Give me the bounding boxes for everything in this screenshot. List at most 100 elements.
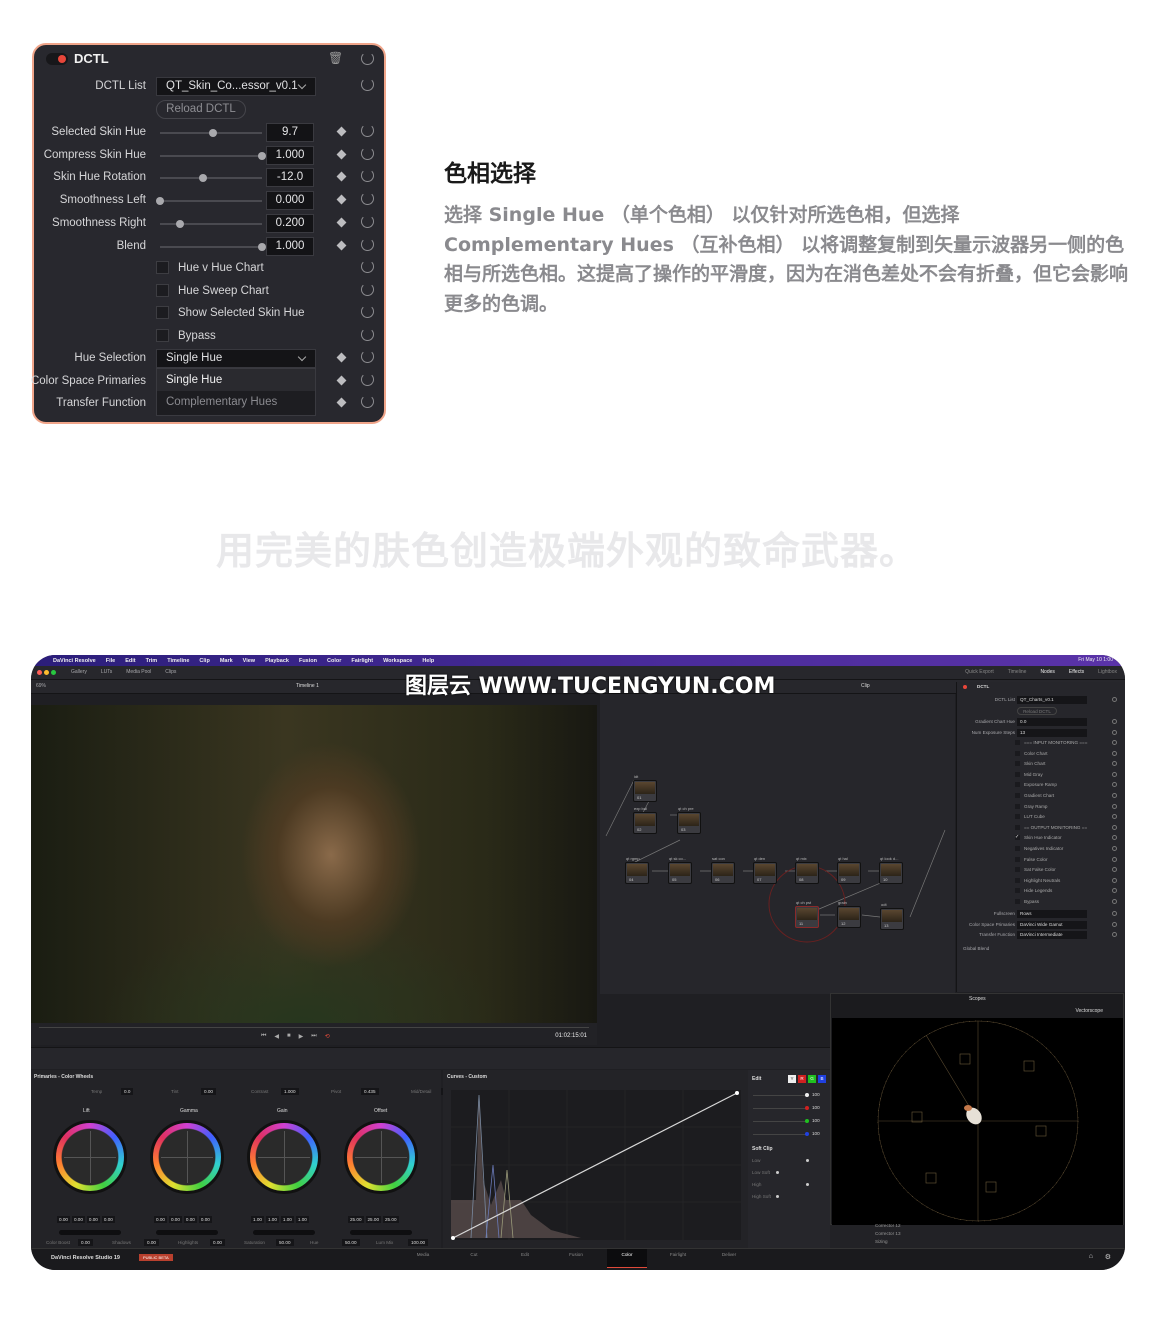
clip-label[interactable]: Clip	[861, 683, 870, 689]
skip-start-icon[interactable]: ⏮	[261, 1033, 266, 1040]
wheel-value[interactable]: 0.00	[183, 1216, 197, 1223]
checkbox[interactable]	[1015, 899, 1020, 904]
node-list-item[interactable]: Sizing	[875, 1239, 888, 1244]
node[interactable]: qt den 07	[753, 856, 777, 884]
wheel-value[interactable]: 25.00	[383, 1216, 399, 1223]
zoom-level[interactable]: 69%	[36, 683, 46, 689]
page-tab-fairlight[interactable]: Fairlight	[658, 1252, 698, 1257]
reset-icon[interactable]	[1112, 877, 1117, 883]
curve-graph[interactable]	[451, 1090, 741, 1242]
checkbox[interactable]	[1015, 740, 1020, 745]
reset-all-icon[interactable]	[361, 52, 374, 65]
checkbox[interactable]	[1015, 771, 1020, 777]
reset-icon[interactable]	[1112, 856, 1117, 862]
channel-slider[interactable]	[753, 1121, 808, 1122]
wheel-value[interactable]: 1.00	[280, 1216, 294, 1223]
reset-icon[interactable]	[1112, 888, 1117, 894]
hue-selection-dropdown[interactable]: Single Hue	[156, 349, 316, 368]
checkbox[interactable]	[156, 261, 169, 274]
reset-icon[interactable]	[1112, 921, 1117, 927]
play-icon[interactable]: ▶	[299, 1033, 304, 1040]
param-value[interactable]: 50.00	[276, 1239, 294, 1246]
setting-value[interactable]: 13	[1017, 728, 1087, 737]
color-wheel-lift[interactable]	[53, 1120, 127, 1194]
menu-item[interactable]: Clip	[199, 658, 209, 664]
wheel-value[interactable]: 1.00	[295, 1216, 309, 1223]
channel-button[interactable]: R	[798, 1075, 806, 1083]
slider-handle[interactable]	[805, 1132, 809, 1136]
timeline-name[interactable]: Timeline 1	[296, 683, 319, 689]
wheel-value[interactable]: 25.00	[365, 1216, 381, 1223]
menu-item[interactable]: DaVinci Resolve	[53, 658, 96, 664]
param-value[interactable]: 0.0	[121, 1088, 134, 1095]
channel-value[interactable]: 100	[812, 1105, 820, 1110]
reset-icon[interactable]	[1112, 814, 1117, 820]
checkbox[interactable]	[1015, 888, 1020, 894]
slider-handle[interactable]	[806, 1183, 809, 1186]
value-field[interactable]: -12.0	[266, 168, 314, 188]
reset-icon[interactable]	[361, 237, 374, 251]
toolbar-button[interactable]: Nodes	[1040, 669, 1054, 675]
node[interactable]: sat con 06	[711, 856, 735, 884]
reset-icon[interactable]	[1112, 782, 1117, 788]
slider-handle[interactable]	[805, 1119, 809, 1123]
param-value[interactable]: 50.00	[342, 1239, 360, 1246]
video-viewer[interactable]	[31, 705, 597, 1023]
keyframe-icon[interactable]	[336, 375, 347, 386]
keyframe-icon[interactable]	[336, 352, 347, 363]
checkbox[interactable]	[156, 283, 169, 297]
param-value[interactable]: 0.435	[361, 1088, 379, 1095]
reset-icon[interactable]	[1112, 771, 1117, 777]
channel-slider[interactable]	[753, 1134, 808, 1135]
node[interactable]: qt look d... 10	[879, 856, 903, 884]
node[interactable]: qt sk co... 05	[668, 856, 692, 884]
reset-icon[interactable]	[361, 78, 374, 91]
checkbox[interactable]	[156, 329, 169, 343]
close-window-button[interactable]	[37, 670, 42, 675]
toolbar-button[interactable]: Quick Export	[965, 669, 994, 675]
channel-value[interactable]: 100	[812, 1118, 820, 1123]
toolbar-button[interactable]: Media Pool	[126, 669, 151, 675]
value-field[interactable]: 0.200	[266, 213, 314, 233]
slider-handle[interactable]	[776, 1171, 779, 1174]
node[interactable]: qt hal 09	[837, 856, 861, 884]
channel-value[interactable]: 100	[812, 1092, 820, 1097]
reset-icon[interactable]	[1112, 867, 1117, 873]
home-icon[interactable]: ⌂	[1089, 1253, 1093, 1260]
page-tab-color[interactable]: Color	[607, 1249, 647, 1268]
slider-handle[interactable]	[156, 197, 164, 206]
checkbox[interactable]	[156, 306, 169, 320]
param-value[interactable]: 100.00	[408, 1239, 429, 1246]
menu-item[interactable]: View	[243, 658, 255, 664]
page-tab-fusion[interactable]: Fusion	[556, 1252, 596, 1257]
param-value[interactable]: 0.00	[144, 1239, 159, 1246]
reset-icon[interactable]	[1112, 729, 1117, 735]
checkbox[interactable]	[1015, 867, 1020, 873]
toolbar-button[interactable]: Effects	[1069, 669, 1084, 675]
reset-icon[interactable]	[361, 282, 374, 296]
reset-icon[interactable]	[361, 146, 374, 160]
checkbox[interactable]	[1015, 814, 1020, 820]
reset-icon[interactable]	[361, 305, 374, 319]
node-editor[interactable]: idt 01 exp bal 02 qt ch pre 03 qt rgmp 04 qt sk …	[600, 694, 955, 994]
slider-handle[interactable]	[209, 129, 218, 137]
reset-icon[interactable]	[1112, 803, 1117, 809]
slider-track[interactable]	[160, 219, 262, 228]
page-tab-edit[interactable]: Edit	[505, 1252, 545, 1257]
checkbox-checked[interactable]: ✓	[1015, 835, 1020, 841]
reset-icon[interactable]	[361, 260, 374, 273]
toolbar-button[interactable]: Timeline	[1008, 669, 1027, 675]
wheel-value[interactable]: 0.00	[168, 1216, 182, 1223]
keyframe-icon[interactable]	[336, 171, 347, 182]
param-value[interactable]: 0.00	[78, 1239, 93, 1246]
stop-icon[interactable]: ■	[287, 1033, 291, 1040]
channel-slider[interactable]	[753, 1108, 808, 1109]
master-wheel[interactable]	[59, 1230, 121, 1235]
checkbox[interactable]	[1015, 793, 1020, 798]
menu-item[interactable]: Workspace	[383, 658, 412, 664]
reset-icon[interactable]	[1112, 793, 1117, 798]
checkbox[interactable]	[1015, 761, 1020, 767]
checkbox[interactable]	[1015, 856, 1020, 862]
checkbox[interactable]	[1015, 750, 1020, 756]
slider-track[interactable]	[156, 197, 262, 206]
